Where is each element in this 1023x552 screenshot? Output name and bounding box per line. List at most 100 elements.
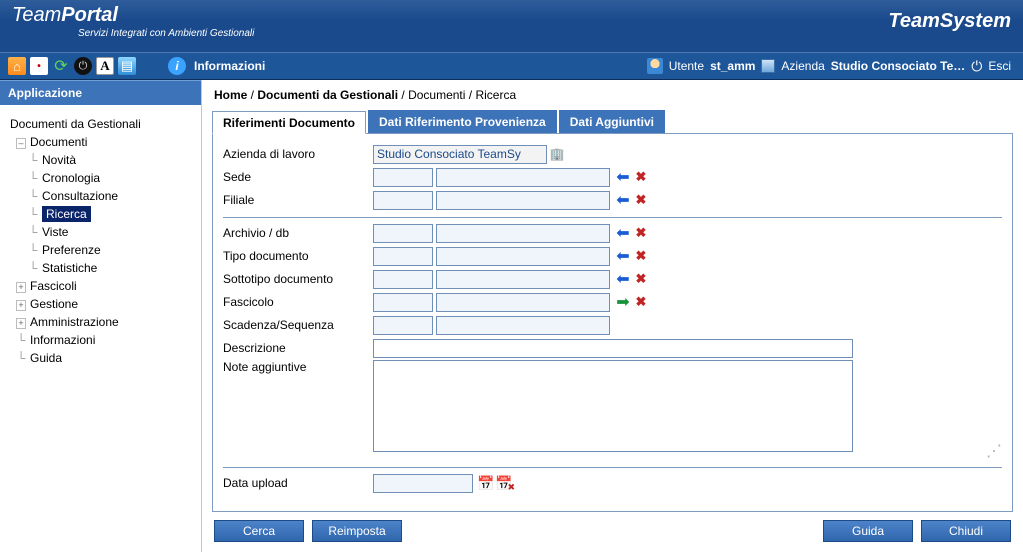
tree-consultazione[interactable]: └Consultazione [10,187,199,205]
search-button[interactable]: Cerca [214,520,304,542]
tree-branch-icon: └ [16,333,26,347]
scadenza-code-input[interactable] [373,316,433,335]
tab-riferimenti[interactable]: Riferimenti Documento [212,111,366,134]
flag-icon[interactable]: • [30,57,48,75]
crumb-module[interactable]: Documenti da Gestionali [257,88,398,102]
sottotipo-label: Sottotipo documento [223,272,373,286]
sede-code-input[interactable] [373,168,433,187]
tree-documenti[interactable]: –Documenti [10,133,199,151]
separator [223,217,1002,218]
archivio-label: Archivio / db [223,226,373,240]
close-button[interactable]: Chiudi [921,520,1011,542]
calendar-icon[interactable]: 📅 [478,475,494,491]
main-toolbar: ⌂ • ⟳ ⏻ A ▤ i Informazioni Utente st_amm… [0,52,1023,80]
tree-preferenze[interactable]: └Preferenze [10,241,199,259]
azienda-input [373,145,547,164]
reset-button[interactable]: Reimposta [312,520,402,542]
clear-icon[interactable]: ✖ [633,271,649,287]
company-value: Studio Consociato Te… [831,59,965,73]
scadenza-desc-input[interactable] [436,316,610,335]
clear-icon[interactable]: ✖ [633,192,649,208]
archivio-desc-input[interactable] [436,224,610,243]
tree-statistiche[interactable]: └Statistiche [10,259,199,277]
sottotipo-code-input[interactable] [373,270,433,289]
lookup-icon[interactable]: ⬅ [615,225,631,241]
brand-tagline: Servizi Integrati con Ambienti Gestional… [78,28,254,39]
tipodoc-code-input[interactable] [373,247,433,266]
note-label: Note aggiuntive [223,360,373,374]
filiale-desc-input[interactable] [436,191,610,210]
tree-novita[interactable]: └Novità [10,151,199,169]
tree-fascicoli[interactable]: +Fascicoli [10,277,199,295]
sidebar-title: Applicazione [0,80,201,105]
brand-word-b: Portal [61,4,118,26]
user-label: Utente [669,59,704,73]
azienda-label: Azienda di lavoro [223,147,373,161]
add-icon[interactable]: ➡ [615,294,631,310]
search-form: Azienda di lavoro 🏢 Sede ⬅ ✖ Filiale ⬅ ✖ [212,134,1013,512]
lookup-icon[interactable]: ⬅ [615,192,631,208]
tree-guida[interactable]: └Guida [10,349,199,367]
tab-bar: Riferimenti Documento Dati Riferimento P… [212,110,1013,134]
sidebar: Applicazione Documenti da Gestionali –Do… [0,80,202,552]
tree-cronologia[interactable]: └Cronologia [10,169,199,187]
tree-amministrazione[interactable]: +Amministrazione [10,313,199,331]
descrizione-input[interactable] [373,339,853,358]
clear-icon[interactable]: ✖ [633,294,649,310]
collapse-icon[interactable]: – [16,138,26,149]
expand-icon[interactable]: + [16,282,26,293]
user-value: st_amm [710,59,755,73]
dataupload-label: Data upload [223,476,373,490]
separator [223,467,1002,468]
fascicolo-code-input[interactable] [373,293,433,312]
tree-viste[interactable]: └Viste [10,223,199,241]
archivio-code-input[interactable] [373,224,433,243]
expand-icon[interactable]: + [16,318,26,329]
lookup-icon[interactable]: ⬅ [615,169,631,185]
crumb-home[interactable]: Home [214,88,247,102]
tree-root[interactable]: Documenti da Gestionali [10,115,199,133]
crumb-section[interactable]: Documenti [408,88,465,102]
nav-tree: Documenti da Gestionali –Documenti └Novi… [0,105,201,377]
tree-branch-icon: └ [28,207,38,221]
windows-icon[interactable]: ▤ [118,57,136,75]
brand-right: TeamSystem [888,10,1011,33]
toolbar-info: i Informazioni [168,57,265,75]
crumb-page: Ricerca [475,88,516,102]
tree-gestione[interactable]: +Gestione [10,295,199,313]
tab-aggiuntivi[interactable]: Dati Aggiuntivi [559,110,665,133]
filiale-label: Filiale [223,193,373,207]
lookup-icon[interactable]: ⬅ [615,248,631,264]
lookup-icon[interactable]: ⬅ [615,271,631,287]
clear-icon[interactable]: ✖ [633,225,649,241]
sottotipo-desc-input[interactable] [436,270,610,289]
tree-branch-icon: └ [28,153,38,167]
tab-provenienza[interactable]: Dati Riferimento Provenienza [368,110,557,133]
company-label: Azienda [781,59,824,73]
tree-informazioni[interactable]: └Informazioni [10,331,199,349]
tree-ricerca[interactable]: └Ricerca [10,205,199,223]
action-bar: Cerca Reimposta Guida Chiudi [212,512,1013,544]
expand-icon[interactable]: + [16,300,26,311]
exit-icon[interactable]: ⏻ [971,58,982,75]
sede-desc-input[interactable] [436,168,610,187]
exit-link[interactable]: Esci [988,59,1011,73]
calendar-clear-icon[interactable]: 📅 [496,475,512,491]
help-button[interactable]: Guida [823,520,913,542]
home-icon[interactable]: ⌂ [8,57,26,75]
breadcrumb: Home / Documenti da Gestionali / Documen… [212,84,1013,110]
main-area: Home / Documenti da Gestionali / Documen… [202,80,1023,552]
info-icon: i [168,57,186,75]
power-icon[interactable]: ⏻ [74,57,92,75]
clear-icon[interactable]: ✖ [633,248,649,264]
refresh-icon[interactable]: ⟳ [52,57,70,75]
building-icon[interactable]: 🏢 [549,146,565,162]
clear-icon[interactable]: ✖ [633,169,649,185]
filiale-code-input[interactable] [373,191,433,210]
dataupload-input[interactable] [373,474,473,493]
note-textarea[interactable] [373,360,853,452]
tree-branch-icon: └ [28,261,38,275]
tipodoc-desc-input[interactable] [436,247,610,266]
fascicolo-desc-input[interactable] [436,293,610,312]
font-a-icon[interactable]: A [96,57,114,75]
